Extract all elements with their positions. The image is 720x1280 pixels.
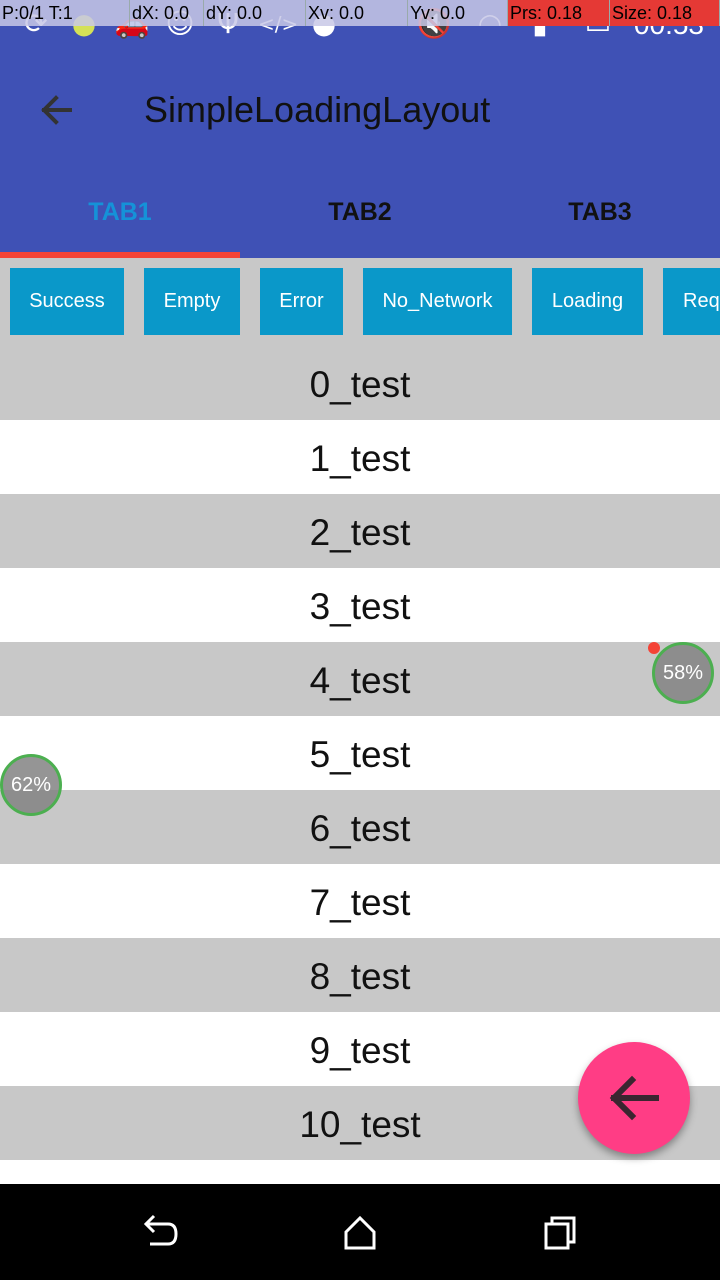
list-item[interactable]: 6_test	[0, 790, 720, 864]
toolbar-back-button[interactable]	[30, 84, 82, 136]
floating-monitor-bubble-left[interactable]: 62%	[0, 754, 62, 816]
floating-monitor-bubble-right[interactable]: 58%	[652, 642, 714, 704]
list-item[interactable]: 1_test	[0, 420, 720, 494]
pointer-count: P:0/1 T:1	[0, 0, 130, 26]
pointer-pressure: Prs: 0.18	[508, 0, 610, 26]
page-title: SimpleLoadingLayout	[144, 89, 491, 130]
navigation-bar	[0, 1184, 720, 1280]
home-icon	[344, 1215, 376, 1250]
pointer-dx: dX: 0.0	[130, 0, 204, 26]
success-button[interactable]: Success	[10, 268, 124, 335]
list-item[interactable]: 4_test	[0, 642, 720, 716]
no-network-button[interactable]: No_Network	[363, 268, 512, 335]
list-item[interactable]: 5_test	[0, 716, 720, 790]
status-bar: ⟳ ● 🚗 ☺ Ψ </> ● 🔇 ◠ ▮ ▭ 00:53 P:0/1 T:1 …	[0, 0, 720, 50]
recents-icon	[544, 1216, 576, 1250]
request-button[interactable]: Reque	[663, 268, 720, 335]
list-item[interactable]: 0_test	[0, 346, 720, 420]
list-item[interactable]: 8_test	[0, 938, 720, 1012]
tab-2[interactable]: TAB2	[240, 178, 480, 258]
pointer-yv: Yv: 0.0	[408, 0, 508, 26]
back-icon	[143, 1214, 178, 1246]
pointer-dy: dY: 0.0	[204, 0, 306, 26]
list-item[interactable]: 2_test	[0, 494, 720, 568]
notification-dot	[648, 642, 660, 654]
back-fab-button[interactable]	[578, 1042, 690, 1154]
arrow-left-icon	[609, 1075, 659, 1121]
list-item[interactable]: 7_test	[0, 864, 720, 938]
tab-3[interactable]: TAB3	[480, 178, 720, 258]
tab-bar: TAB1 TAB2 TAB3	[0, 178, 720, 258]
pointer-size: Size: 0.18	[610, 0, 720, 26]
pointer-xv: Xv: 0.0	[306, 0, 408, 26]
empty-button[interactable]: Empty	[144, 268, 240, 335]
state-button-row[interactable]: Success Empty Error No_Network Loading R…	[0, 258, 720, 346]
tab-1[interactable]: TAB1	[0, 178, 240, 258]
error-button[interactable]: Error	[260, 268, 343, 335]
nav-home-button[interactable]	[338, 1210, 382, 1254]
nav-back-button[interactable]	[138, 1210, 182, 1254]
loading-button[interactable]: Loading	[532, 268, 643, 335]
app-bar: SimpleLoadingLayout TAB1 TAB2 TAB3	[0, 50, 720, 258]
list-item[interactable]: 11_test	[0, 1160, 720, 1184]
arrow-left-icon	[41, 95, 72, 125]
pointer-location-overlay: P:0/1 T:1 dX: 0.0 dY: 0.0 Xv: 0.0 Yv: 0.…	[0, 0, 720, 26]
list-item[interactable]: 3_test	[0, 568, 720, 642]
nav-recents-button[interactable]	[538, 1210, 582, 1254]
